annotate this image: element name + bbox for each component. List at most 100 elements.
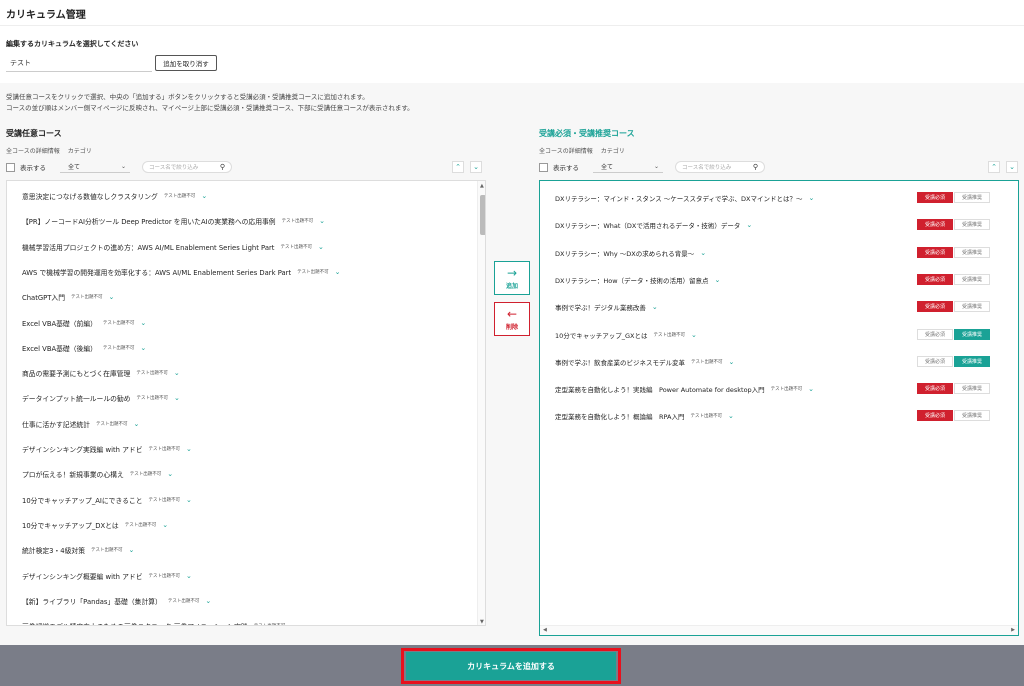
list-item[interactable]: DXリテラシー：What（DXで活用されるデータ・技術）データ ⌄ (555, 220, 752, 230)
chevron-down-icon[interactable]: ⌄ (174, 394, 180, 402)
chevron-down-icon[interactable]: ⌄ (167, 470, 173, 478)
chevron-down-icon[interactable]: ⌄ (808, 194, 814, 202)
required-badge[interactable]: 受講必須 (917, 328, 953, 340)
right-hscrollbar[interactable]: ◀ ▶ (540, 625, 1018, 635)
list-item[interactable]: 機械学習活用プロジェクトの進め方：AWS AI/ML Enablement Se… (22, 242, 324, 252)
required-badge[interactable]: 受講必須 (917, 219, 953, 231)
required-badge[interactable]: 受講必須 (917, 192, 953, 203)
chevron-down-icon[interactable]: ⌄ (186, 496, 192, 504)
recommended-badge[interactable]: 受講推奨 (954, 383, 990, 395)
all-courses-link[interactable]: 全コースの詳細情報 (6, 148, 60, 155)
left-show-checkbox[interactable] (6, 162, 15, 172)
list-item[interactable]: 事例で学ぶ！デジタル業務改善 ⌄ (555, 302, 658, 312)
list-item[interactable]: DXリテラシー：マインド・スタンス ～ケーススタディで学ぶ、DXマインドとは？～… (555, 193, 814, 203)
chevron-down-icon[interactable]: ⌄ (715, 276, 721, 284)
required-badge[interactable]: 受講必須 (917, 301, 953, 313)
recommended-badge[interactable]: 受講推奨 (954, 273, 990, 285)
chevron-down-icon[interactable]: ⌄ (318, 243, 324, 251)
delete-course-button[interactable]: ← 削除 (494, 302, 530, 336)
left-move-up-button[interactable]: ⌃ (452, 161, 464, 173)
chevron-down-icon[interactable]: ⌄ (700, 249, 706, 257)
list-item[interactable]: 仕事に活かす記述統計 テスト出題不可 ⌄ (22, 419, 139, 429)
right-category-select[interactable]: 全て ⌄ (593, 161, 663, 173)
scroll-thumb[interactable] (480, 195, 485, 235)
list-item[interactable]: DXリテラシー：How（データ・技術の活用）留意点 ⌄ (555, 275, 720, 285)
required-badge[interactable]: 受講必須 (917, 383, 953, 395)
list-item[interactable]: 画像認識モデル精度向上のための画像テクニック 画像アノテーション実践テスト出題不… (22, 621, 297, 625)
chevron-down-icon[interactable]: ⌄ (746, 221, 752, 229)
list-item[interactable]: 【新】ライブラリ「Pandas」基礎（集計算） テスト出題不可 ⌄ (22, 596, 211, 606)
recommended-badge[interactable]: 受講推奨 (954, 219, 990, 231)
chevron-down-icon[interactable]: ⌄ (129, 546, 135, 554)
chevron-down-icon[interactable]: ⌄ (291, 622, 297, 625)
list-item[interactable]: AWS で機械学習の開発運用を効率化する：AWS AI/ML Enablemen… (22, 267, 340, 277)
list-item[interactable]: デザインシンキング概要編 with アドビ テスト出題不可 ⌄ (22, 571, 192, 581)
left-category-select[interactable]: 全て ⌄ (60, 161, 130, 173)
required-badge[interactable]: 受講必須 (917, 355, 953, 367)
chevron-down-icon[interactable]: ⌄ (133, 420, 139, 428)
add-course-button[interactable]: → 追加 (494, 261, 530, 295)
chevron-down-icon[interactable]: ⌄ (728, 412, 734, 420)
required-badge[interactable]: 受講必須 (917, 246, 953, 258)
list-item[interactable]: プロが伝える！新規事業の心構え テスト出題不可 ⌄ (22, 469, 173, 479)
undo-add-button[interactable]: 追加を取り消す (155, 55, 217, 71)
chevron-down-icon[interactable]: ⌄ (205, 597, 211, 605)
list-item[interactable]: Excel VBA基礎（前編） テスト出題不可 ⌄ (22, 318, 146, 328)
left-scrollbar[interactable]: ▲ ▼ (477, 181, 485, 625)
scroll-right-icon[interactable]: ▶ (1011, 627, 1015, 633)
list-item[interactable]: 商品の需要予測にもとづく在庫管理 テスト出題不可 ⌄ (22, 368, 180, 378)
scroll-down-icon[interactable]: ▼ (480, 619, 484, 625)
recommended-badge[interactable]: 受講推奨 (954, 328, 990, 340)
list-item[interactable]: DXリテラシー：Why ～DXの求められる背景～ ⌄ (555, 248, 706, 258)
chevron-down-icon[interactable]: ⌄ (186, 445, 192, 453)
list-item[interactable]: 事例で学ぶ！飲食産業のビジネスモデル変革 テスト出題不可 ⌄ (555, 357, 734, 367)
chevron-down-icon[interactable]: ⌄ (186, 572, 192, 580)
right-move-down-button[interactable]: ⌄ (1006, 161, 1018, 173)
category-link[interactable]: カテゴリ (601, 148, 625, 155)
list-item[interactable]: データインプット統一ルールの勧め テスト出題不可 ⌄ (22, 393, 180, 403)
list-item[interactable]: 10分でキャッチアップ_DXとは テスト出題不可 ⌄ (22, 520, 168, 530)
recommended-badge[interactable]: 受講推奨 (954, 301, 990, 313)
required-badge[interactable]: 受講必須 (917, 410, 953, 422)
add-curriculum-button[interactable]: カリキュラムを追加する (406, 652, 616, 680)
chevron-down-icon[interactable]: ⌄ (729, 358, 735, 366)
chevron-down-icon[interactable]: ⌄ (652, 303, 658, 311)
curriculum-input[interactable] (6, 55, 152, 72)
list-item[interactable]: ChatGPT入門 テスト出題不可 ⌄ (22, 292, 114, 302)
list-item[interactable]: 10分でキャッチアップ_AIにできること テスト出題不可 ⌄ (22, 495, 192, 505)
recommended-badge[interactable]: 受講推奨 (954, 355, 990, 367)
recommended-badge[interactable]: 受講推奨 (954, 246, 990, 258)
required-badge[interactable]: 受講必須 (917, 273, 953, 285)
chevron-down-icon[interactable]: ⌄ (808, 385, 814, 393)
chevron-down-icon[interactable]: ⌄ (319, 217, 325, 225)
scroll-up-icon[interactable]: ▲ (480, 183, 484, 189)
chevron-down-icon[interactable]: ⌄ (109, 293, 115, 301)
right-show-checkbox[interactable] (539, 162, 548, 172)
chevron-down-icon[interactable]: ⌄ (201, 192, 207, 200)
left-search-input[interactable]: コース名で絞り込み ⚲ (142, 161, 232, 173)
list-item[interactable]: Excel VBA基礎（後編） テスト出題不可 ⌄ (22, 343, 146, 353)
required-courses-title: 受講必須・受講推奨コース (539, 129, 635, 138)
list-item[interactable]: 定型業務を自動化しよう！実践編 Power Automate for deskt… (555, 384, 814, 394)
list-item[interactable]: 【PR】ノーコードAI分析ツール Deep Predictor を用いたAIの実… (22, 216, 325, 226)
left-move-down-button[interactable]: ⌄ (470, 161, 482, 173)
list-item[interactable]: デザインシンキング実践編 with アドビ テスト出題不可 ⌄ (22, 444, 192, 454)
recommended-badge[interactable]: 受講推奨 (954, 410, 990, 422)
chevron-down-icon[interactable]: ⌄ (140, 319, 146, 327)
list-item[interactable]: 意思決定につなげる数値なしクラスタリング テスト出題不可 ⌄ (22, 191, 207, 201)
chevron-down-icon[interactable]: ⌄ (162, 521, 168, 529)
right-move-up-button[interactable]: ⌃ (988, 161, 1000, 173)
list-item[interactable]: 定型業務を自動化しよう！概論編 RPA入門 テスト出題不可 ⌄ (555, 411, 734, 421)
list-item[interactable]: 10分でキャッチアップ_GXとは テスト出題不可 ⌄ (555, 330, 697, 340)
chevron-down-icon[interactable]: ⌄ (174, 369, 180, 377)
list-item[interactable]: 統計検定3・4級対策 テスト出題不可 ⌄ (22, 545, 134, 555)
chevron-down-icon[interactable]: ⌄ (335, 268, 341, 276)
test-tag: テスト出題不可 (281, 219, 314, 225)
all-courses-link[interactable]: 全コースの詳細情報 (539, 148, 593, 155)
category-link[interactable]: カテゴリ (68, 148, 92, 155)
chevron-down-icon[interactable]: ⌄ (691, 331, 697, 339)
right-search-input[interactable]: コース名で絞り込み ⚲ (675, 161, 765, 173)
chevron-down-icon[interactable]: ⌄ (140, 344, 146, 352)
recommended-badge[interactable]: 受講推奨 (954, 192, 990, 203)
scroll-left-icon[interactable]: ◀ (543, 627, 547, 633)
